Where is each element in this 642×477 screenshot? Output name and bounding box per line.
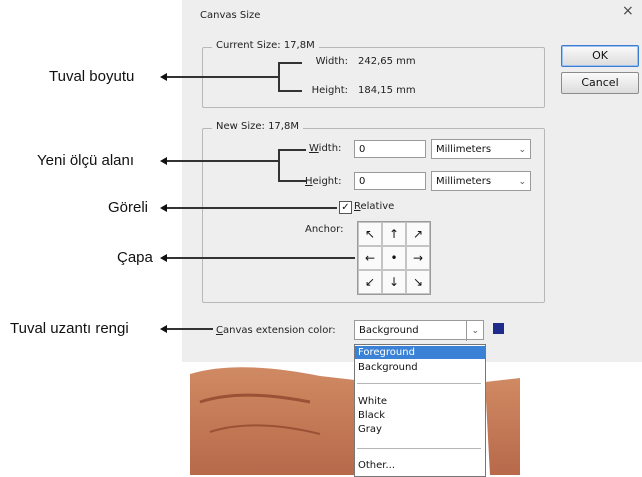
chevron-down-icon: ⌄ xyxy=(518,177,526,187)
current-width-value: 242,65 mm xyxy=(358,56,416,67)
option-foreground[interactable]: Foreground xyxy=(355,346,485,359)
annotation-relative: Göreli xyxy=(108,199,149,216)
extension-color-select[interactable]: Background ⌄ xyxy=(354,320,484,341)
option-other[interactable]: Other... xyxy=(355,459,485,472)
anchor-left-icon[interactable]: ← xyxy=(358,246,382,270)
dialog-title: Canvas Size xyxy=(200,10,261,21)
annotation-canvas-size: Tuval boyutu xyxy=(49,68,135,85)
anchor-label: Anchor: xyxy=(305,224,344,235)
anchor-top-right-icon[interactable]: ↗ xyxy=(406,222,430,246)
width-input[interactable]: 0 xyxy=(354,140,426,158)
extension-color-dropdown: Foreground Background White Black Gray O… xyxy=(354,344,486,477)
new-height-label: Height: xyxy=(305,176,342,187)
cancel-button[interactable]: Cancel xyxy=(561,72,639,94)
annotation-bracket xyxy=(278,149,306,151)
current-height-value: 184,15 mm xyxy=(358,85,416,96)
annotation-bracket xyxy=(278,180,306,182)
relative-checkbox[interactable]: ✓ xyxy=(339,201,352,214)
extension-color-value: Background xyxy=(359,325,419,336)
height-unit-value: Millimeters xyxy=(436,176,492,187)
anchor-bottom-right-icon[interactable]: ↘ xyxy=(406,270,430,294)
arrow-left-icon xyxy=(160,157,167,165)
anchor-top-icon[interactable]: ↑ xyxy=(382,222,406,246)
annotation-line xyxy=(167,207,337,209)
anchor-grid: ↖ ↑ ↗ ← • → ↙ ↓ ↘ xyxy=(357,221,431,295)
ok-button[interactable]: OK xyxy=(561,45,639,67)
annotation-bracket xyxy=(278,62,280,92)
annotation-extension-color: Tuval uzantı rengi xyxy=(10,320,129,337)
chevron-down-icon: ⌄ xyxy=(518,145,526,155)
anchor-bottom-left-icon[interactable]: ↙ xyxy=(358,270,382,294)
current-height-label: Height: xyxy=(311,85,348,96)
relative-label: Relative xyxy=(354,201,395,212)
annotation-line xyxy=(167,257,355,259)
arrow-left-icon xyxy=(160,254,167,262)
annotation-anchor: Çapa xyxy=(117,249,153,266)
option-separator xyxy=(357,383,481,384)
option-background[interactable]: Background xyxy=(355,361,485,374)
annotation-line xyxy=(167,328,213,330)
option-white[interactable]: White xyxy=(355,395,485,408)
close-icon[interactable]: × xyxy=(622,3,634,19)
extension-color-label: Canvas extension color: xyxy=(216,325,336,336)
height-unit-select[interactable]: Millimeters ⌄ xyxy=(431,171,531,191)
annotation-line xyxy=(167,76,278,78)
arrow-left-icon xyxy=(160,73,167,81)
new-width-label: Width: xyxy=(309,143,342,154)
annotation-line xyxy=(167,160,278,162)
arrow-left-icon xyxy=(160,325,167,333)
current-width-label: Width: xyxy=(315,56,348,67)
height-input[interactable]: 0 xyxy=(354,172,426,190)
anchor-right-icon[interactable]: → xyxy=(406,246,430,270)
anchor-center-icon[interactable]: • xyxy=(382,246,406,270)
option-black[interactable]: Black xyxy=(355,409,485,422)
anchor-top-left-icon[interactable]: ↖ xyxy=(358,222,382,246)
chevron-down-icon: ⌄ xyxy=(466,321,479,341)
width-unit-value: Millimeters xyxy=(436,144,492,155)
annotation-bracket xyxy=(278,90,302,92)
annotation-bracket xyxy=(278,62,302,64)
anchor-bottom-icon[interactable]: ↓ xyxy=(382,270,406,294)
new-size-legend: New Size: 17,8M xyxy=(212,121,303,132)
annotation-new-size: Yeni ölçü alanı xyxy=(37,152,135,169)
annotation-bracket xyxy=(278,149,280,182)
option-separator xyxy=(357,448,481,449)
option-gray[interactable]: Gray xyxy=(355,423,485,436)
arrow-left-icon xyxy=(160,204,167,212)
extension-color-swatch[interactable] xyxy=(493,323,504,334)
current-size-legend: Current Size: 17,8M xyxy=(212,40,319,51)
width-unit-select[interactable]: Millimeters ⌄ xyxy=(431,139,531,159)
